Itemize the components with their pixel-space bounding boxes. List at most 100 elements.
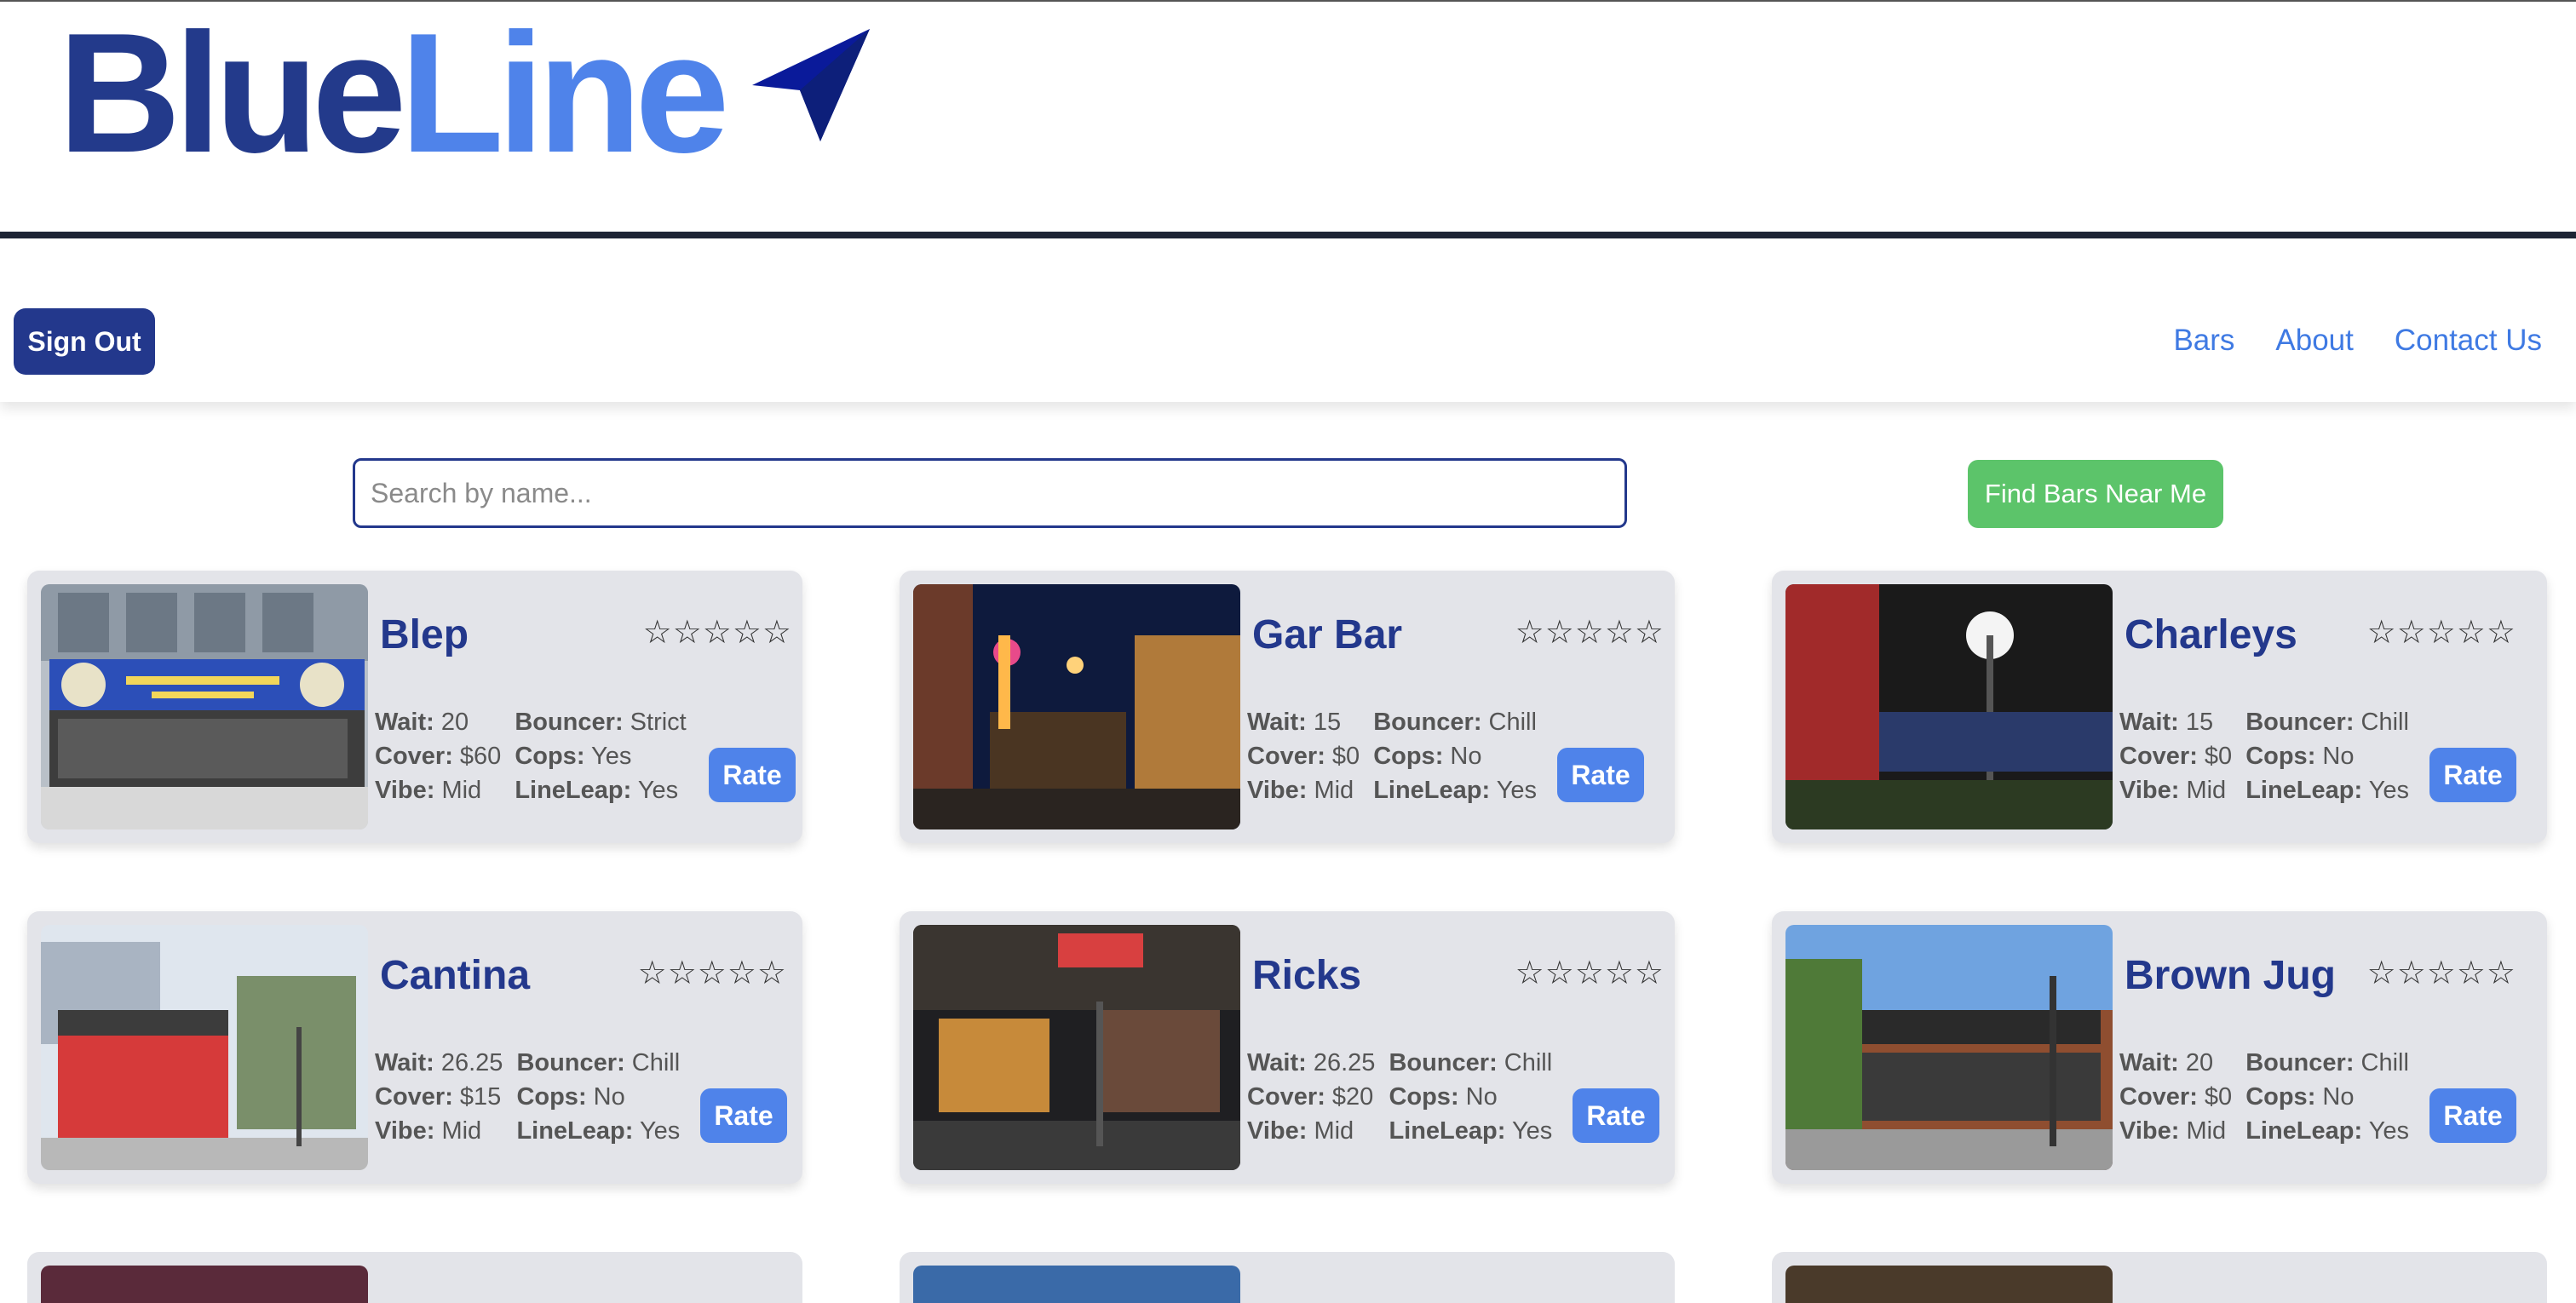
sign-out-button[interactable]: Sign Out [14, 308, 155, 375]
bar-card-partial [900, 1252, 1675, 1303]
vibe-label: Vibe: [375, 777, 435, 804]
cover-value: $0 [1331, 743, 1360, 770]
wait-value: 20 [2185, 1049, 2214, 1076]
cops-label: Cops: [515, 743, 585, 770]
cops-label: Cops: [1373, 743, 1444, 770]
wait-label: Wait: [1247, 709, 1307, 736]
bouncer-value: Chill [2360, 1049, 2409, 1076]
bar-photo [1785, 925, 2113, 1170]
lineleap-label: LineLeap: [1389, 1117, 1506, 1145]
cops-value: No [2322, 1083, 2355, 1111]
bar-photo [41, 1266, 368, 1303]
rate-button[interactable]: Rate [2429, 1088, 2516, 1143]
nav-link-contact[interactable]: Contact Us [2395, 324, 2542, 358]
nav-link-bars[interactable]: Bars [2173, 324, 2234, 358]
bar-card: Brown Jug ☆☆☆☆☆ Wait: 20 Cover: $0 Vibe:… [1772, 911, 2547, 1184]
cover-value: $15 [459, 1083, 502, 1111]
wait-label: Wait: [1247, 1049, 1307, 1076]
nav-link-about[interactable]: About [2275, 324, 2353, 358]
cops-label: Cops: [2245, 1083, 2316, 1111]
find-bars-near-me-button[interactable]: Find Bars Near Me [1968, 460, 2223, 528]
lineleap-label: LineLeap: [2245, 1117, 2363, 1145]
bouncer-label: Bouncer: [515, 709, 624, 736]
lineleap-label: LineLeap: [515, 777, 632, 804]
bar-card: Ricks ☆☆☆☆☆ Wait: 26.25 Cover: $20 Vibe:… [900, 911, 1675, 1184]
bar-card: Gar Bar ☆☆☆☆☆ Wait: 15 Cover: $0 Vibe: M… [900, 571, 1675, 843]
stats-col-2: Bouncer: Chill Cops: No LineLeap: Yes [2245, 705, 2409, 807]
bar-stats: Wait: 15 Cover: $0 Vibe: Mid Bouncer: Ch… [1247, 705, 1537, 807]
bar-photo [913, 584, 1240, 829]
star-rating[interactable]: ☆☆☆☆☆ [2367, 613, 2516, 652]
bouncer-value: Chill [1504, 1049, 1553, 1076]
bar-name: Ricks [1252, 953, 1362, 998]
bar-name: Cantina [380, 953, 531, 998]
vibe-value: Mid [2186, 1117, 2227, 1145]
rate-button[interactable]: Rate [1573, 1088, 1659, 1143]
bar-photo [1785, 1266, 2113, 1303]
wait-value: 15 [1313, 709, 1342, 736]
bar-photo [1785, 584, 2113, 829]
bouncer-label: Bouncer: [1389, 1049, 1498, 1076]
bar-photo [41, 925, 368, 1170]
wait-label: Wait: [2119, 1049, 2179, 1076]
bouncer-label: Bouncer: [2245, 709, 2355, 736]
logo-text-line: Line [400, 0, 729, 188]
bar-stats: Wait: 20 Cover: $60 Vibe: Mid Bouncer: S… [375, 705, 687, 807]
lineleap-label: LineLeap: [1373, 777, 1491, 804]
stats-col-2: Bouncer: Chill Cops: No LineLeap: Yes [1389, 1046, 1552, 1148]
star-rating[interactable]: ☆☆☆☆☆ [1515, 954, 1665, 992]
rate-button[interactable]: Rate [709, 748, 796, 802]
cover-label: Cover: [1247, 743, 1325, 770]
bar-name: Gar Bar [1252, 612, 1403, 657]
cover-label: Cover: [2119, 1083, 2198, 1111]
cover-value: $60 [459, 743, 502, 770]
nav-links: Bars About Contact Us [2173, 324, 2542, 358]
cover-value: $0 [2204, 743, 2233, 770]
wait-value: 20 [440, 709, 469, 736]
star-rating[interactable]: ☆☆☆☆☆ [643, 613, 792, 652]
rate-button[interactable]: Rate [700, 1088, 787, 1143]
bar-card: Charleys ☆☆☆☆☆ Wait: 15 Cover: $0 Vibe: … [1772, 571, 2547, 843]
stats-col-2: Bouncer: Chill Cops: No LineLeap: Yes [516, 1046, 680, 1148]
rate-button[interactable]: Rate [2429, 748, 2516, 802]
lineleap-label: LineLeap: [2245, 777, 2363, 804]
star-rating[interactable]: ☆☆☆☆☆ [1515, 613, 1665, 652]
bar-card: Blep ☆☆☆☆☆ Wait: 20 Cover: $60 Vibe: Mid… [27, 571, 802, 843]
vibe-label: Vibe: [375, 1117, 435, 1145]
bouncer-label: Bouncer: [1373, 709, 1482, 736]
stats-col-1: Wait: 15 Cover: $0 Vibe: Mid [1247, 705, 1360, 807]
star-rating[interactable]: ☆☆☆☆☆ [2367, 954, 2516, 992]
stats-col-2: Bouncer: Chill Cops: No LineLeap: Yes [2245, 1046, 2409, 1148]
bar-photo [913, 1266, 1240, 1303]
logo: Blue Line [58, 9, 871, 179]
bar-stats: Wait: 26.25 Cover: $15 Vibe: Mid Bouncer… [375, 1046, 680, 1148]
cops-value: No [593, 1083, 625, 1111]
lineleap-value: Yes [2368, 1117, 2410, 1145]
stats-col-1: Wait: 15 Cover: $0 Vibe: Mid [2119, 705, 2232, 807]
logo-text-blue: Blue [58, 0, 406, 188]
vibe-label: Vibe: [1247, 777, 1308, 804]
star-rating[interactable]: ☆☆☆☆☆ [638, 954, 787, 992]
bar-stats: Wait: 26.25 Cover: $20 Vibe: Mid Bouncer… [1247, 1046, 1552, 1148]
stats-col-2: Bouncer: Chill Cops: No LineLeap: Yes [1373, 705, 1537, 807]
cover-label: Cover: [375, 1083, 453, 1111]
rate-button[interactable]: Rate [1557, 748, 1644, 802]
cover-value: $20 [1331, 1083, 1374, 1111]
cops-value: No [2322, 743, 2355, 770]
vibe-value: Mid [2186, 777, 2227, 804]
bar-card-partial [1772, 1252, 2547, 1303]
vibe-label: Vibe: [2119, 1117, 2180, 1145]
bar-name: Brown Jug [2125, 953, 2336, 998]
bouncer-label: Bouncer: [2245, 1049, 2355, 1076]
vibe-label: Vibe: [1247, 1117, 1308, 1145]
lineleap-value: Yes [1496, 777, 1538, 804]
vibe-value: Mid [1314, 777, 1354, 804]
bar-photo [41, 584, 368, 829]
cops-value: No [1450, 743, 1482, 770]
wait-label: Wait: [375, 1049, 434, 1076]
bouncer-value: Strict [630, 709, 687, 736]
bar-stats: Wait: 15 Cover: $0 Vibe: Mid Bouncer: Ch… [2119, 705, 2409, 807]
cover-label: Cover: [375, 743, 453, 770]
search-input[interactable] [353, 458, 1627, 528]
stats-col-1: Wait: 20 Cover: $0 Vibe: Mid [2119, 1046, 2232, 1148]
